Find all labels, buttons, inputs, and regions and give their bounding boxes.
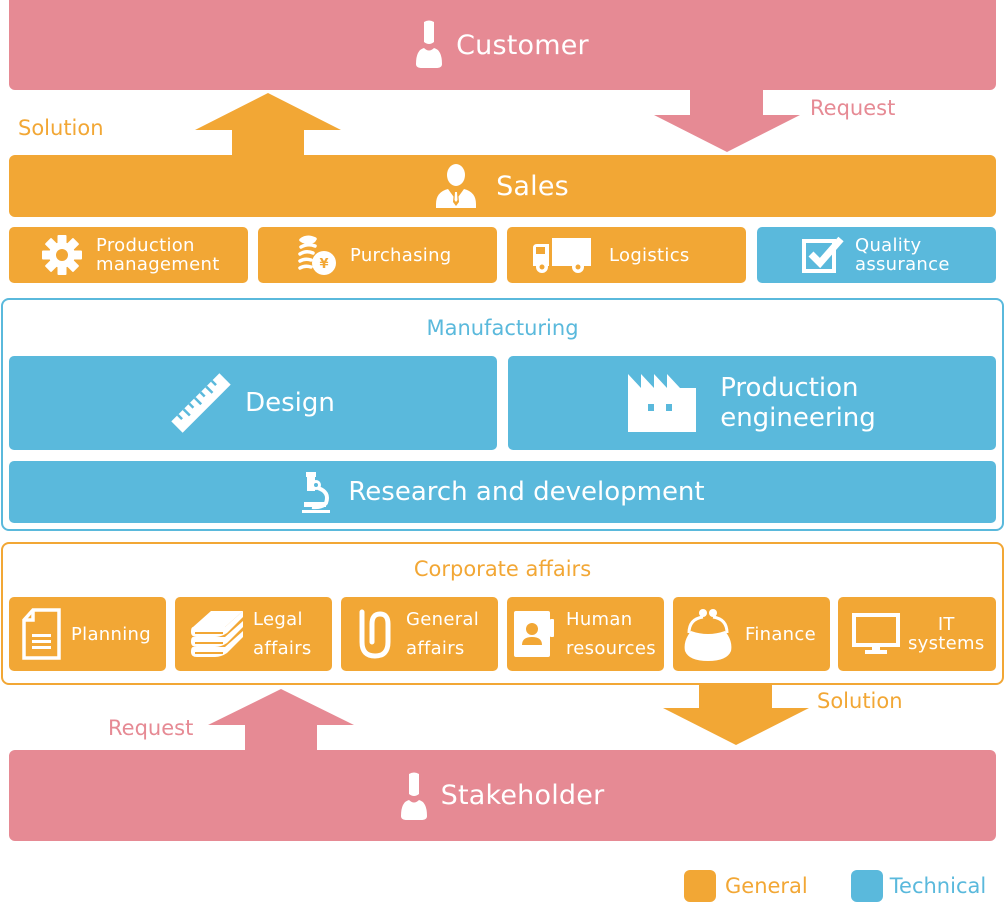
request-arrow-up-bottom <box>208 689 354 752</box>
legend-label-general: General <box>725 874 808 898</box>
unit-human-resources: Human resources <box>507 597 664 671</box>
unit-label-line1: IT <box>937 614 955 635</box>
unit-finance: Finance <box>673 597 830 671</box>
unit-label: Finance <box>745 623 816 645</box>
production-engineering-box: Production engineering <box>508 356 996 450</box>
solution-arrow-down-bottom <box>663 685 809 745</box>
unit-production-management: Production management <box>9 227 248 283</box>
unit-label: Logistics <box>609 244 690 266</box>
legend: General Technical <box>684 870 986 902</box>
paperclip-icon <box>358 608 392 660</box>
microscope-icon <box>300 470 332 514</box>
production-engineering-line2: engineering <box>720 403 876 433</box>
checkbox-icon <box>801 235 845 275</box>
request-arrow-down-top <box>654 88 800 152</box>
production-engineering-line1: Production <box>720 373 859 403</box>
corporate-affairs-title: Corporate affairs <box>413 557 592 581</box>
unit-label-line2: resources <box>566 638 656 659</box>
ruler-icon <box>171 373 231 433</box>
unit-label-line1: General <box>406 609 480 630</box>
svg-text:¥: ¥ <box>319 257 328 272</box>
legend-label-technical: Technical <box>889 874 987 898</box>
request-label-top: Request <box>810 96 896 120</box>
sales-bar: Sales <box>9 155 996 217</box>
solution-label-top: Solution <box>18 116 104 140</box>
books-icon <box>189 607 245 661</box>
design-label: Design <box>245 388 335 418</box>
unit-legal-affairs: Legal affairs <box>175 597 332 671</box>
truck-icon <box>531 236 593 274</box>
document-icon <box>21 608 63 660</box>
solution-label-bottom: Solution <box>817 689 903 713</box>
gear-icon <box>41 234 83 276</box>
sales-label: Sales <box>496 170 569 202</box>
manufacturing-title: Manufacturing <box>426 316 579 340</box>
unit-planning: Planning <box>9 597 166 671</box>
monitor-icon <box>852 612 900 656</box>
unit-general-affairs: General affairs <box>341 597 498 671</box>
unit-label: Purchasing <box>350 244 452 266</box>
unit-logistics: Logistics <box>507 227 746 283</box>
unit-label-line1: Human <box>566 609 633 630</box>
purse-icon <box>683 607 733 661</box>
businessman-icon <box>436 164 477 208</box>
legend-swatch-general <box>684 870 716 902</box>
unit-label-line2: management <box>96 254 220 275</box>
person-icon <box>416 20 443 68</box>
factory-icon <box>628 374 697 432</box>
legend-swatch-technical <box>850 870 883 902</box>
solution-arrow-up-top <box>195 93 341 157</box>
request-label-bottom: Request <box>108 716 194 740</box>
unit-label-line2: affairs <box>253 638 312 659</box>
unit-purchasing: ¥ Purchasing <box>258 227 497 283</box>
unit-label-line2: affairs <box>406 638 465 659</box>
rnd-label: Research and development <box>348 477 705 507</box>
coins-yen-icon: ¥ <box>296 234 338 276</box>
design-box: Design <box>9 356 497 450</box>
person-icon <box>400 772 427 820</box>
unit-it-systems: IT systems <box>838 597 996 671</box>
unit-label-line2: systems <box>908 633 985 654</box>
unit-label: Planning <box>71 623 151 645</box>
stakeholder-bar: Stakeholder <box>9 750 996 841</box>
stakeholder-label: Stakeholder <box>440 780 605 811</box>
customer-label: Customer <box>456 29 589 61</box>
unit-label-line1: Quality <box>855 235 922 256</box>
unit-quality-assurance: Quality assurance <box>757 227 996 283</box>
unit-label-line1: Production <box>96 235 195 256</box>
id-card-icon <box>512 607 556 661</box>
unit-label-line2: assurance <box>855 254 950 275</box>
unit-label-line1: Legal <box>253 609 303 630</box>
customer-bar: Customer <box>9 0 996 90</box>
rnd-box: Research and development <box>9 461 996 523</box>
